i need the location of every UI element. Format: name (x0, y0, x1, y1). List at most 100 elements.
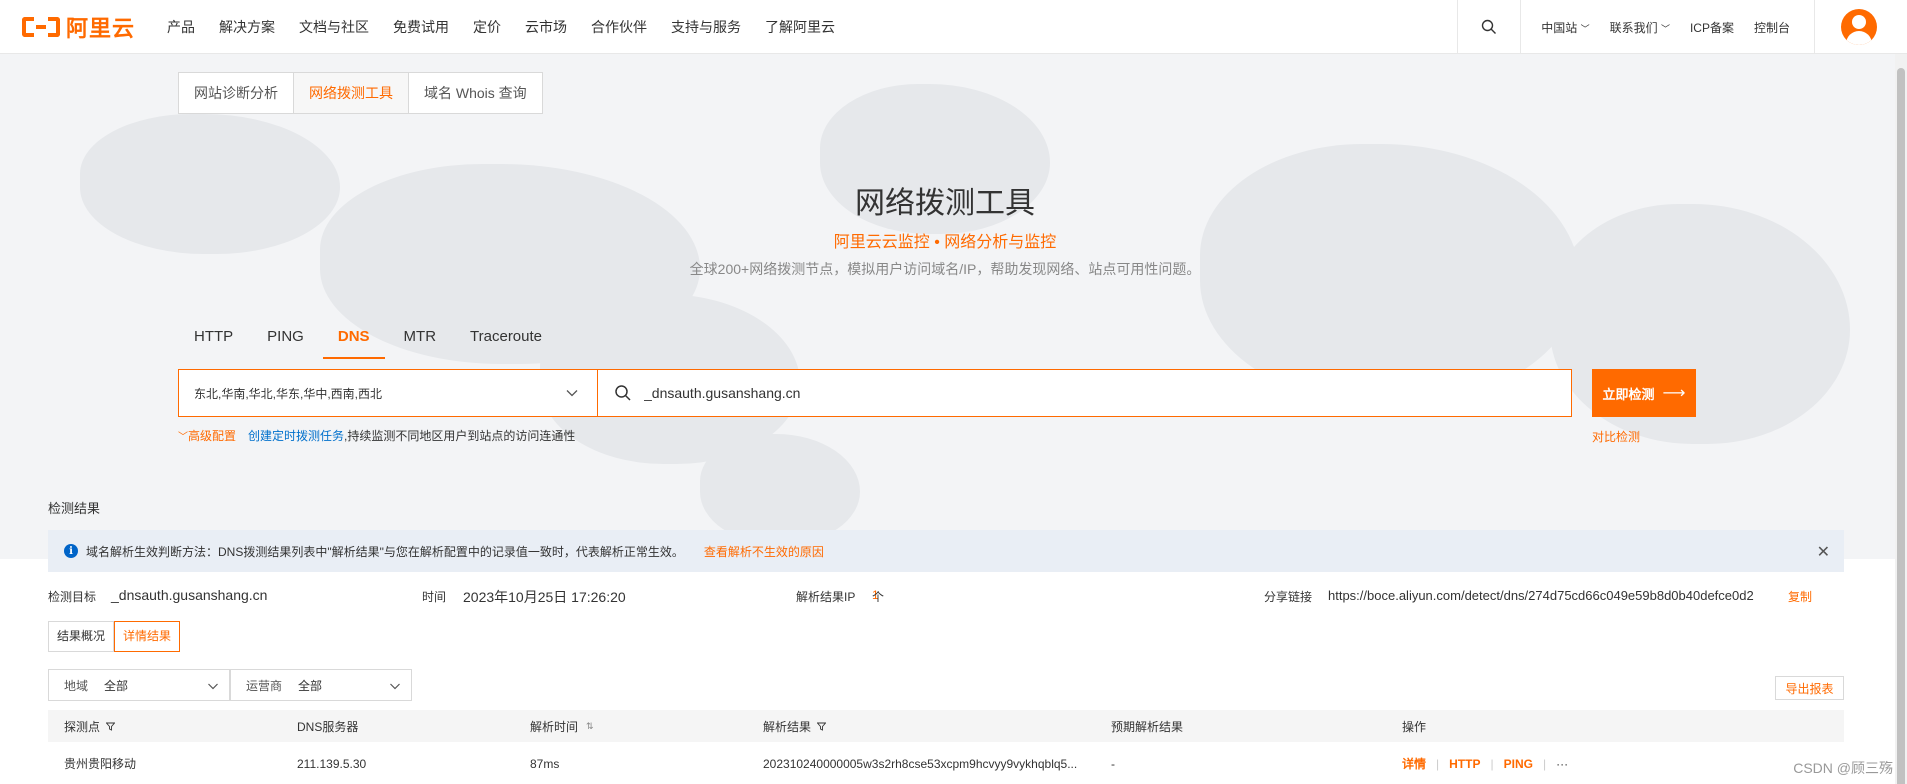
filter-icon (817, 722, 827, 731)
domain-input-box[interactable] (597, 369, 1572, 417)
page-title: 网络拨测工具 (855, 187, 1035, 220)
compare-link[interactable]: 对比检测 (1592, 428, 1640, 445)
tab-traceroute[interactable]: Traceroute (455, 328, 557, 359)
watermark: CSDN @顾三殇 (1793, 760, 1893, 776)
advanced-config-toggle[interactable]: ﹀高级配置 (178, 427, 236, 444)
create-task-description: ,持续监测不同地区用户到站点的访问连通性 (344, 429, 576, 443)
time-label: 时间 (422, 590, 447, 604)
avatar[interactable] (1841, 9, 1877, 45)
create-task-link[interactable]: 创建定时拨测任务 (248, 427, 344, 444)
console-link[interactable]: 控制台 (1754, 19, 1790, 36)
chevron-down-icon: ﹀ (178, 432, 188, 443)
sort-icon: ⇅ (586, 720, 594, 731)
nav-item-products[interactable]: 产品 (167, 17, 195, 37)
nav-search-button[interactable] (1457, 0, 1522, 54)
map-decoration (700, 434, 860, 544)
column-resolve-time[interactable]: 解析时间 ⇅ (530, 710, 594, 742)
share-link[interactable]: https://boce.aliyun.com/detect/dns/274d7… (1328, 588, 1754, 603)
column-label: 探测点 (64, 719, 101, 734)
arrow-right-icon: ⟶ (1662, 385, 1686, 402)
tab-whois[interactable]: 域名 Whois 查询 (409, 73, 542, 113)
column-label: 解析结果 (763, 719, 812, 734)
nav-item-partners[interactable]: 合作伙伴 (591, 17, 647, 37)
region-filter[interactable]: 地域 全部 (48, 669, 230, 701)
cell-probe: 贵州贵阳移动 (64, 757, 137, 771)
logo-text: 阿里云 (66, 15, 136, 41)
action-details[interactable]: 详情 (1402, 755, 1426, 772)
tab-mtr[interactable]: MTR (389, 328, 452, 359)
region-switch[interactable]: 中国站 ﹀ (1541, 19, 1589, 36)
scrollbar-thumb[interactable] (1897, 68, 1905, 784)
notice-reason-link[interactable]: 查看解析不生效的原因 (704, 543, 824, 560)
nav-item-market[interactable]: 云市场 (525, 17, 567, 37)
tab-dns[interactable]: DNS (322, 328, 385, 359)
domain-input[interactable] (644, 385, 1444, 401)
contact-label: 联系我们 (1609, 20, 1658, 35)
table-header: 探测点 DNS服务器 解析时间 ⇅ 解析结果 预期解析结果 操作 (48, 710, 1844, 742)
tab-ping[interactable]: PING (252, 328, 319, 359)
notice-banner: i 域名解析生效判断方法：DNS拨测结果列表中"解析结果"与您在解析配置中的记录… (48, 530, 1844, 572)
search-icon (1482, 19, 1497, 34)
page-scrollbar[interactable] (1895, 54, 1907, 784)
close-icon[interactable]: ✕ (1817, 542, 1830, 562)
nav-item-solutions[interactable]: 解决方案 (219, 17, 275, 37)
divider: | (1542, 756, 1547, 771)
tool-tabs: 网站诊断分析 网络拨测工具 域名 Whois 查询 (178, 72, 543, 114)
divider: | (1490, 756, 1494, 771)
detect-button-label: 立即检测 (1602, 386, 1655, 402)
contact-link[interactable]: 联系我们 ﹀ (1610, 19, 1670, 36)
nav-item-support[interactable]: 支持与服务 (671, 17, 741, 37)
column-expected: 预期解析结果 (1111, 719, 1184, 734)
view-tabs: 结果概况 详情结果 (48, 621, 181, 652)
tab-site-diagnosis[interactable]: 网站诊断分析 (179, 73, 294, 113)
tab-summary[interactable]: 结果概况 (48, 621, 115, 652)
action-http[interactable]: HTTP (1449, 757, 1480, 771)
info-icon: i (64, 544, 78, 558)
search-icon (615, 385, 631, 401)
ip-count-unit: 个 (872, 590, 885, 604)
isp-filter-label: 运营商 (246, 678, 283, 693)
region-label: 中国站 (1541, 20, 1578, 35)
nav-item-pricing[interactable]: 定价 (473, 17, 501, 37)
region-select-value: 东北,华南,华北,华东,华中,西南,西北 (194, 386, 383, 401)
tab-details[interactable]: 详情结果 (114, 621, 181, 652)
hero-background (0, 54, 1907, 559)
nav-item-free-trial[interactable]: 免费试用 (393, 17, 449, 37)
export-button[interactable]: 导出报表 (1775, 676, 1844, 700)
notice-text: 域名解析生效判断方法：DNS拨测结果列表中"解析结果"与您在解析配置中的记录值一… (86, 544, 684, 559)
icp-link[interactable]: ICP备案 (1690, 19, 1734, 36)
tab-network-probe[interactable]: 网络拨测工具 (294, 73, 409, 113)
isp-filter[interactable]: 运营商 全部 (230, 669, 412, 701)
more-icon[interactable]: ··· (1556, 757, 1568, 771)
column-result[interactable]: 解析结果 (763, 710, 827, 742)
cell-dns-server: 211.139.5.30 (297, 756, 367, 771)
column-actions: 操作 (1402, 719, 1427, 734)
region-filter-label: 地域 (64, 678, 89, 693)
table-row: 贵州贵阳移动 211.139.5.30 87ms 202310240000005… (48, 742, 1844, 784)
region-select[interactable]: 东北,华南,华北,华东,华中,西南,西北 (178, 369, 598, 417)
tab-http[interactable]: HTTP (178, 328, 248, 359)
cell-expected: - (1111, 756, 1115, 771)
column-probe[interactable]: 探测点 (64, 710, 116, 742)
column-label: 解析时间 (530, 719, 579, 734)
chevron-down-icon (390, 683, 400, 690)
advanced-config-label: 高级配置 (188, 429, 237, 443)
copy-button[interactable]: 复制 (1788, 588, 1812, 605)
results-table: 探测点 DNS服务器 解析时间 ⇅ 解析结果 预期解析结果 操作 贵州贵阳移动 2… (48, 710, 1844, 784)
aliyun-logo[interactable]: 阿里云 (22, 0, 135, 54)
chevron-down-icon: ﹀ (1660, 23, 1670, 34)
chevron-down-icon: ﹀ (1580, 23, 1590, 34)
nav-item-docs[interactable]: 文档与社区 (299, 17, 369, 37)
region-filter-value: 全部 (104, 678, 129, 693)
nav-item-about[interactable]: 了解阿里云 (765, 17, 835, 37)
aliyun-logo-icon (22, 16, 60, 37)
page-subtitle: 阿里云云监控 • 网络分析与监控 (833, 234, 1057, 251)
cell-resolve-time: 87ms (530, 756, 560, 771)
target-value: _dnsauth.gusanshang.cn (111, 587, 268, 603)
target-label: 检测目标 (48, 590, 97, 604)
action-ping[interactable]: PING (1504, 757, 1533, 771)
column-dns-server: DNS服务器 (297, 719, 359, 734)
nav-right: 中国站 ﹀ 联系我们 ﹀ ICP备案 控制台 (1457, 0, 1907, 54)
detect-button[interactable]: 立即检测 ⟶ (1592, 369, 1696, 417)
advanced-row: ﹀高级配置 创建定时拨测任务 ,持续监测不同地区用户到站点的访问连通性 (178, 427, 575, 444)
